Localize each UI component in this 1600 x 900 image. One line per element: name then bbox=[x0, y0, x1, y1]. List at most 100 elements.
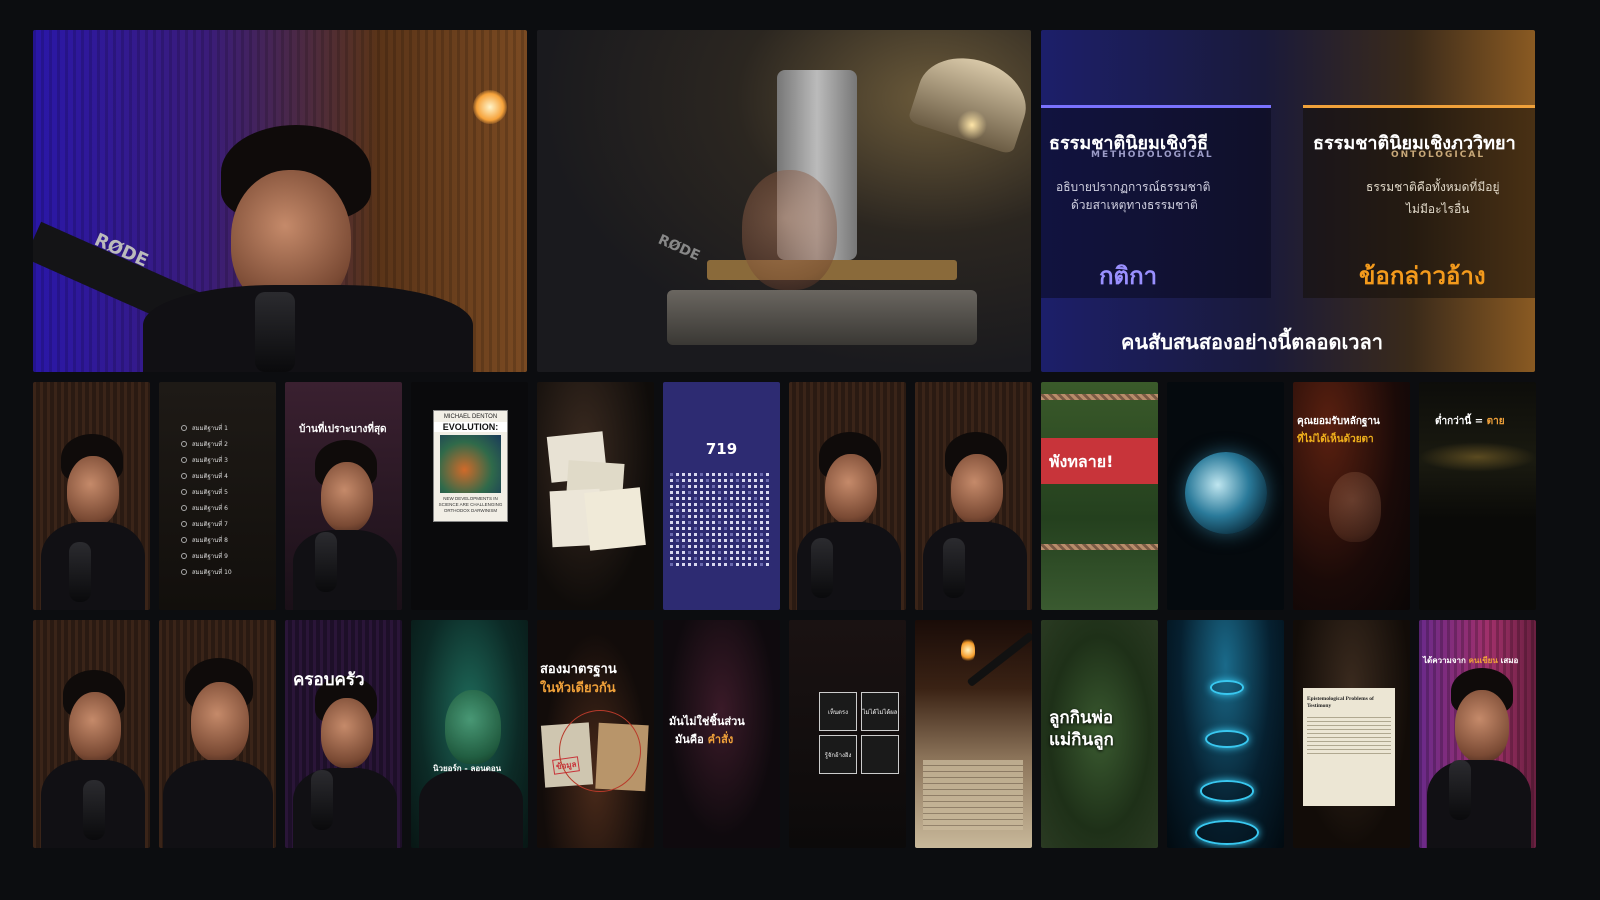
grid-dot bbox=[748, 485, 751, 488]
thumb-fragile-home[interactable]: บ้านที่เปราะบางที่สุด bbox=[285, 382, 402, 610]
thumb-not-a-part[interactable]: มันไม่ใช่ชิ้นส่วน มันคือ คำสั่ง bbox=[663, 620, 780, 848]
grid-dot bbox=[682, 521, 685, 524]
thumb-pen-writing[interactable] bbox=[915, 620, 1032, 848]
grid-dot bbox=[760, 479, 763, 482]
thumb-collapse-banner[interactable]: พังทลาย! bbox=[1041, 382, 1158, 610]
thumb-green-podcaster[interactable]: นิวยอร์ก - ลอนดอน bbox=[411, 620, 528, 848]
thumb-evolution-book[interactable]: MICHAEL DENTON EVOLUTION: NEW DEVELOPMEN… bbox=[411, 382, 528, 610]
grid-dot bbox=[760, 527, 763, 530]
microphone-icon bbox=[315, 532, 337, 592]
torso bbox=[1427, 760, 1531, 848]
thumb-nature-cycle[interactable]: ลูกกินพ่อ แม่กินลูก bbox=[1041, 620, 1158, 848]
thumb-podcaster-4[interactable] bbox=[33, 620, 150, 848]
ripple-ring bbox=[1210, 680, 1244, 695]
dot-grid bbox=[670, 473, 769, 566]
grid-dot bbox=[730, 485, 733, 488]
grid-dot bbox=[742, 503, 745, 506]
grid-dot bbox=[694, 545, 697, 548]
hero-video-podcaster[interactable]: RØDE bbox=[33, 30, 527, 372]
grid-dot bbox=[688, 521, 691, 524]
checklist-label: สมมติฐานที่ 4 bbox=[192, 473, 228, 480]
grid-dot bbox=[706, 533, 709, 536]
lamp-glow bbox=[957, 110, 987, 140]
thumb-crystal-ball[interactable] bbox=[1167, 382, 1284, 610]
face bbox=[321, 698, 373, 768]
paper-text-lines bbox=[1307, 714, 1391, 754]
grid-dot bbox=[682, 473, 685, 476]
face bbox=[191, 682, 249, 762]
right-subtitle: ONTOLOGICAL bbox=[1391, 150, 1486, 160]
microscope-video-tile[interactable]: RØDE bbox=[537, 30, 1031, 372]
grid-dot bbox=[748, 545, 751, 548]
thumb-blue-ripples[interactable] bbox=[1167, 620, 1284, 848]
thumb-purple-podcaster[interactable]: ได้ความจาก คนเขียน เสมอ bbox=[1419, 620, 1536, 848]
grid-dot bbox=[748, 557, 751, 560]
microphone-icon bbox=[943, 538, 965, 598]
grid-dot bbox=[718, 515, 721, 518]
thumb-podcaster-3[interactable] bbox=[915, 382, 1032, 610]
grid-dot bbox=[742, 497, 745, 500]
grid-dot bbox=[766, 479, 769, 482]
microphone-icon bbox=[811, 538, 833, 598]
bullet-icon bbox=[181, 425, 187, 431]
grid-dot bbox=[670, 485, 673, 488]
grid-dot bbox=[682, 557, 685, 560]
grid-dot bbox=[712, 533, 715, 536]
thumb-checklist[interactable]: สมมติฐานที่ 1 สมมติฐานที่ 2 สมมติฐานที่ 3 ส… bbox=[159, 382, 276, 610]
grid-dot bbox=[700, 533, 703, 536]
grid-dot bbox=[706, 515, 709, 518]
comparison-slide-tile[interactable]: ธรรมชาตินิยมเชิงวิธี METHODOLOGICAL อธิบ… bbox=[1041, 30, 1535, 372]
grid-dot bbox=[682, 503, 685, 506]
grid-dot bbox=[766, 503, 769, 506]
grid-dot bbox=[718, 527, 721, 530]
grid-dot bbox=[688, 563, 691, 566]
thumb-double-standard[interactable]: สองมาตรฐาน ในหัวเดียวกัน ข้อมูล bbox=[537, 620, 654, 848]
grid-dot bbox=[676, 557, 679, 560]
grid-dot bbox=[670, 503, 673, 506]
grid-dot bbox=[712, 527, 715, 530]
thumb-matrix[interactable]: เห็นตรง ไม่ได้ไม่ได้ผล รู้จักอ้างอิง bbox=[789, 620, 906, 848]
grid-dot bbox=[766, 491, 769, 494]
grid-dot bbox=[718, 509, 721, 512]
thumb-family[interactable]: ครอบครัว bbox=[285, 620, 402, 848]
grid-dot bbox=[706, 473, 709, 476]
grid-dot bbox=[688, 551, 691, 554]
grid-dot bbox=[682, 551, 685, 554]
thumb-podcaster-2[interactable] bbox=[789, 382, 906, 610]
thumb-dot-grid[interactable]: 719 bbox=[663, 382, 780, 610]
grid-dot bbox=[700, 515, 703, 518]
left-desc-1: อธิบายปรากฏการณ์ธรรมชาติ bbox=[1056, 180, 1211, 194]
thumb-evidence[interactable]: คุณยอมรับหลักฐาน ที่ไม่ได้เห็นด้วยตา bbox=[1293, 382, 1410, 610]
grid-dot bbox=[730, 539, 733, 542]
thumb-podcaster-1[interactable] bbox=[33, 382, 150, 610]
face bbox=[445, 690, 501, 764]
thumb-papers[interactable] bbox=[537, 382, 654, 610]
grid-dot bbox=[748, 527, 751, 530]
microphone-icon bbox=[1449, 760, 1471, 820]
grid-dot bbox=[736, 563, 739, 566]
grid-dot bbox=[712, 485, 715, 488]
right-keyword: ข้อกล่าวอ้าง bbox=[1359, 262, 1486, 290]
bullet-icon bbox=[181, 553, 187, 559]
grid-dot bbox=[748, 551, 751, 554]
grid-dot bbox=[700, 473, 703, 476]
grid-dot bbox=[766, 473, 769, 476]
grid-dot bbox=[748, 515, 751, 518]
grid-dot bbox=[706, 551, 709, 554]
thumb-below-death[interactable]: ต่ำกว่านี้ = ตาย bbox=[1419, 382, 1536, 610]
thumb-podcaster-5[interactable] bbox=[159, 620, 276, 848]
grid-dot bbox=[670, 479, 673, 482]
grid-dot bbox=[730, 563, 733, 566]
checklist-item: สมมติฐานที่ 5 bbox=[181, 484, 232, 500]
matrix-cell bbox=[861, 735, 899, 774]
grid-dot bbox=[760, 515, 763, 518]
grid-dot bbox=[754, 479, 757, 482]
right-desc-1: ธรรมชาติคือทั้งหมดที่มีอยู่ bbox=[1366, 180, 1500, 194]
thumb-testimony-paper[interactable]: Epistemological Problems of Testimony bbox=[1293, 620, 1410, 848]
grid-dot bbox=[676, 551, 679, 554]
grid-dot bbox=[736, 557, 739, 560]
grid-dot bbox=[748, 539, 751, 542]
checklist-label: สมมติฐานที่ 3 bbox=[192, 457, 228, 464]
grid-dot bbox=[694, 539, 697, 542]
grid-dot bbox=[706, 557, 709, 560]
